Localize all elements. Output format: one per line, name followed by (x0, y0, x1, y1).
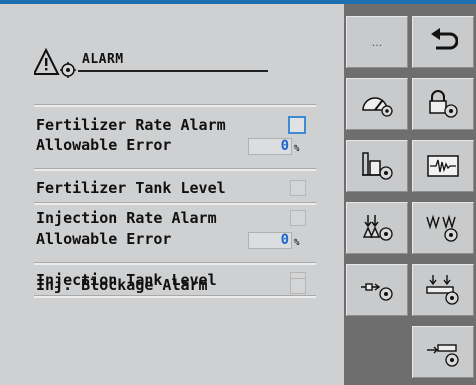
fertilizer-rate-alarm-label: Fertilizer Rate Alarm (36, 116, 226, 134)
section-settings-icon (427, 344, 459, 367)
divider (34, 168, 316, 171)
divider (34, 104, 316, 107)
injection-allowable-error-field[interactable]: 0 (248, 232, 292, 249)
back-icon (431, 28, 458, 50)
alarm-panel: ALARM Fertilizer Rate Alarm Allowable Er… (0, 4, 344, 385)
more-button[interactable]: ... (346, 16, 408, 68)
gauge-settings-icon (362, 97, 393, 117)
security-settings-button[interactable] (412, 78, 474, 130)
waveform-button[interactable] (412, 140, 474, 192)
pattern-settings-icon (426, 214, 458, 242)
flow-settings-icon (362, 215, 393, 241)
flow-settings-button[interactable] (346, 202, 408, 254)
injection-rate-alarm-label: Injection Rate Alarm (36, 209, 217, 227)
percent-unit: % (294, 144, 300, 154)
fertilizer-allowable-error-label: Allowable Error (36, 136, 172, 154)
tank-level-settings-button[interactable] (346, 140, 408, 192)
gauge-settings-button[interactable] (346, 78, 408, 130)
blockage-settings-button[interactable] (412, 264, 474, 316)
warning-gear-icon (34, 48, 76, 78)
percent-unit: % (294, 238, 300, 248)
back-button[interactable] (412, 16, 474, 68)
blockage-settings-icon (426, 275, 459, 305)
softkey-bar: ... (346, 4, 476, 385)
inj-blockage-alarm-checkbox[interactable] (290, 278, 306, 294)
fertilizer-rate-alarm-checkbox[interactable] (288, 116, 306, 134)
divider (34, 295, 316, 298)
fertilizer-tank-level-label: Fertilizer Tank Level (36, 179, 226, 197)
section-settings-button[interactable] (412, 326, 474, 378)
more-icon: ... (371, 35, 383, 49)
fertilizer-allowable-error-field[interactable]: 0 (248, 138, 292, 155)
injection-rate-alarm-checkbox[interactable] (290, 210, 306, 226)
divider (34, 202, 316, 205)
injection-settings-icon (361, 283, 393, 301)
alarm-title-row: ALARM (34, 44, 268, 78)
inj-blockage-alarm-label: Inj. Blockage Alarm (36, 276, 208, 294)
divider (34, 262, 316, 265)
fertilizer-tank-level-checkbox[interactable] (290, 180, 306, 196)
waveform-icon (427, 155, 459, 177)
page-title: ALARM (82, 52, 124, 67)
security-settings-icon (429, 90, 458, 118)
injection-settings-button[interactable] (346, 264, 408, 316)
injection-allowable-error-label: Allowable Error (36, 230, 172, 248)
tank-level-settings-icon (362, 152, 393, 180)
pattern-settings-button[interactable] (412, 202, 474, 254)
title-underline (78, 70, 268, 72)
